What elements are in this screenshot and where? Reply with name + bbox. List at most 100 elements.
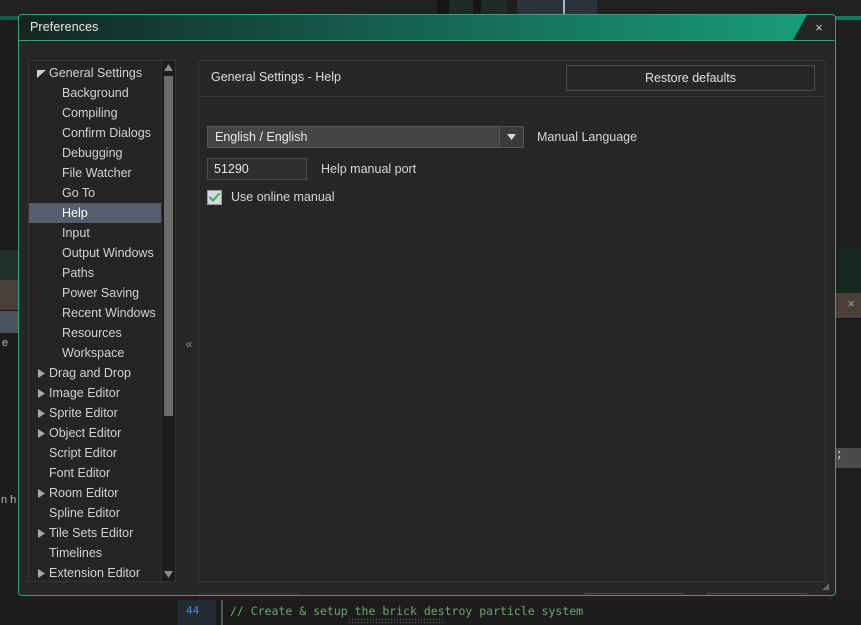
sidebar-item-drag-and-drop[interactable]: Drag and Drop [29, 363, 161, 383]
ide-asset-thumb-3 [0, 311, 18, 333]
sidebar-item-compiling[interactable]: Compiling [29, 103, 161, 123]
preferences-dialog: Preferences × General Settings Background… [18, 14, 836, 596]
sidebar-item-label: Output Windows [62, 246, 154, 260]
sidebar-item-room-editor[interactable]: Room Editor [29, 483, 161, 503]
dialog-body: General Settings Background Compiling Confi… [19, 41, 835, 595]
sidebar-item-tile-sets-editor[interactable]: Tile Sets Editor [29, 523, 161, 543]
ide-left-text-2: n h [1, 494, 17, 506]
sidebar-item-file-watcher[interactable]: File Watcher [29, 163, 161, 183]
use-online-manual-row[interactable]: Use online manual [207, 185, 817, 209]
close-icon[interactable]: × [847, 296, 855, 311]
sidebar-item-spline-editor[interactable]: Spline Editor [29, 503, 161, 523]
sidebar-item-recent-windows[interactable]: Recent Windows [29, 303, 161, 323]
page-title: General Settings - Help [211, 70, 341, 84]
sidebar-item-label: Background [62, 86, 129, 100]
sidebar-item-label: Drag and Drop [49, 366, 131, 380]
help-manual-port-label: Help manual port [321, 162, 417, 176]
sidebar-item-debugging[interactable]: Debugging [29, 143, 161, 163]
restore-defaults-button[interactable]: Restore defaults [566, 65, 815, 91]
twisty-collapsed-icon [35, 383, 47, 403]
sidebar-item-label: Room Editor [49, 486, 119, 500]
sidebar-item-power-saving[interactable]: Power Saving [29, 283, 161, 303]
sidebar-item-label: Workspace [62, 346, 125, 360]
help-manual-port-input[interactable] [207, 158, 307, 180]
ok-button[interactable]: OK [584, 593, 684, 595]
ide-asset-thumb-1 [0, 250, 18, 280]
sidebar-item-sprite-editor[interactable]: Sprite Editor [29, 403, 161, 423]
apply-button[interactable]: Apply [199, 593, 299, 595]
help-manual-port-row: Help manual port [207, 158, 817, 180]
ide-code-gutter-bar [221, 600, 223, 625]
sidebar-item-workspace[interactable]: Workspace [29, 343, 161, 363]
sidebar-item-label: Input [62, 226, 90, 240]
sidebar-item-font-editor[interactable]: Font Editor [29, 463, 161, 483]
sidebar-item-confirm-dialogs[interactable]: Confirm Dialogs [29, 123, 161, 143]
tree-scrollbar-thumb[interactable] [164, 76, 173, 416]
sidebar-item-label: Recent Windows [62, 306, 156, 320]
sidebar-item-label: File Watcher [62, 166, 132, 180]
sidebar-item-help[interactable]: Help [29, 203, 161, 223]
sidebar-item-label: Compiling [62, 106, 118, 120]
sidebar-item-label: Help [62, 206, 88, 220]
scroll-down-icon[interactable] [162, 568, 175, 581]
sidebar-item-label: Power Saving [62, 286, 140, 300]
sidebar-item-object-editor[interactable]: Object Editor [29, 423, 161, 443]
tree-scrollbar[interactable] [161, 61, 175, 581]
twisty-collapsed-icon [35, 563, 47, 581]
ide-code-comment: // Create & setup the brick destroy part… [230, 604, 584, 618]
sidebar-item-extension-editor[interactable]: Extension Editor [29, 563, 161, 581]
sidebar-item-label: Spline Editor [49, 506, 120, 520]
sidebar-item-label: Go To [62, 186, 96, 200]
sidebar-item-label: Debugging [62, 146, 123, 160]
sidebar-item-label: Image Editor [49, 386, 120, 400]
manual-language-value: English / English [207, 126, 499, 148]
content-header: General Settings - Help Restore defaults [199, 61, 825, 97]
sidebar-item-label: Paths [62, 266, 94, 280]
resize-corner-icon[interactable]: ◢ [822, 581, 829, 592]
cancel-button[interactable]: Cancel [707, 593, 807, 595]
sidebar-item-go-to[interactable]: Go To [29, 183, 161, 203]
scroll-up-icon[interactable] [162, 61, 175, 74]
sidebar-item-input[interactable]: Input [29, 223, 161, 243]
sidebar-item-label: Extension Editor [49, 566, 141, 580]
sidebar-item-label: Timelines [49, 546, 103, 560]
sidebar-item-script-editor[interactable]: Script Editor [29, 443, 161, 463]
sidebar-item-timelines[interactable]: Timelines [29, 543, 161, 563]
sidebar-item-background[interactable]: Background [29, 83, 161, 103]
sidebar-item-paths[interactable]: Paths [29, 263, 161, 283]
settings-content-panel: General Settings - Help Restore defaults… [198, 60, 826, 582]
dialog-resize-grip[interactable] [348, 618, 443, 623]
manual-language-select[interactable]: English / English [207, 126, 524, 148]
sidebar-item-image-editor[interactable]: Image Editor [29, 383, 161, 403]
sidebar-item-label: Font Editor [49, 466, 111, 480]
sidebar-item-label: Script Editor [49, 446, 118, 460]
dialog-close-icon[interactable]: × [793, 15, 835, 40]
settings-tree-list: General Settings Background Compiling Confi… [29, 63, 161, 581]
collapse-panel-handle[interactable]: « [182, 326, 196, 362]
sidebar-item-label: Tile Sets Editor [49, 526, 134, 540]
twisty-collapsed-icon [35, 423, 47, 443]
sidebar-item-resources[interactable]: Resources [29, 323, 161, 343]
sidebar-item-label: General Settings [49, 66, 143, 80]
sidebar-item-general-settings[interactable]: General Settings [29, 63, 161, 83]
use-online-manual-label: Use online manual [231, 190, 335, 204]
sidebar-item-output-windows[interactable]: Output Windows [29, 243, 161, 263]
dialog-titlebar[interactable]: Preferences × [19, 15, 835, 41]
ide-left-text-1: e [2, 337, 9, 349]
chevron-down-icon[interactable] [499, 126, 524, 148]
twisty-collapsed-icon [35, 363, 47, 383]
ide-code-line-number: 44 [186, 604, 200, 617]
use-online-manual-checkbox[interactable] [207, 189, 222, 205]
